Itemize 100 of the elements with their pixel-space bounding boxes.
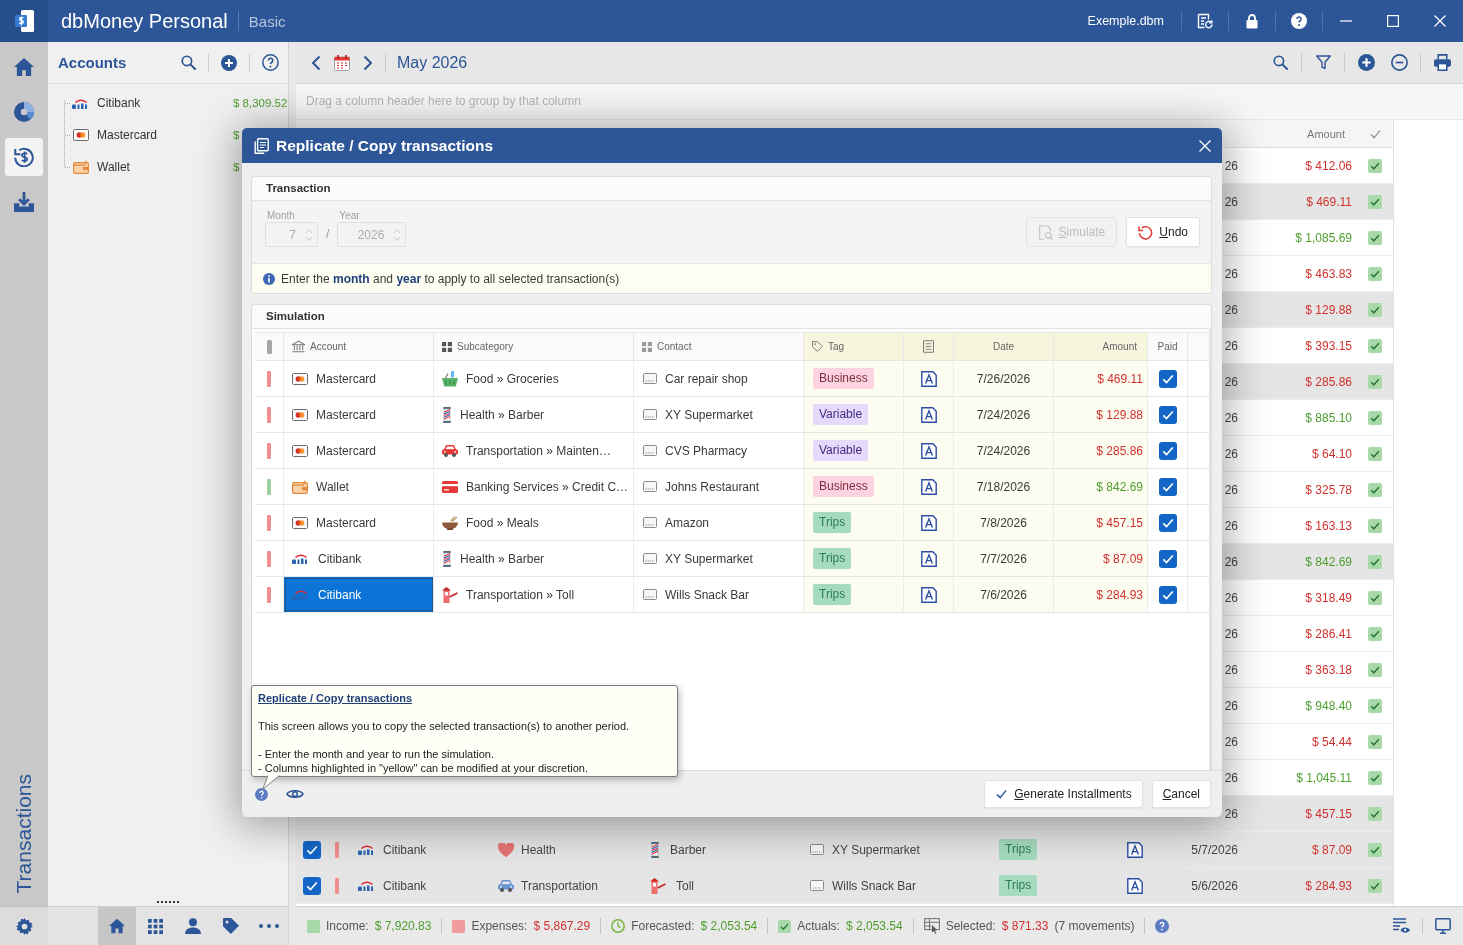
calendar-icon[interactable] (334, 54, 350, 71)
table-cell[interactable]: Wallet (284, 469, 434, 504)
paid-checkbox[interactable] (1368, 374, 1382, 389)
paid-checkbox[interactable] (1158, 369, 1177, 388)
paid-checkbox[interactable] (1368, 410, 1382, 425)
paid-checkbox[interactable] (1368, 482, 1382, 497)
table-cell[interactable]: Mastercard (284, 433, 434, 468)
tag-badge[interactable]: Business (813, 368, 874, 389)
note-icon[interactable] (1127, 841, 1143, 858)
filter-icon[interactable] (1315, 55, 1331, 70)
paid-checkbox[interactable] (1158, 441, 1177, 460)
paid-checkbox[interactable] (1368, 446, 1382, 461)
paid-checkbox[interactable] (1368, 266, 1382, 281)
paid-checkbox[interactable] (1368, 158, 1382, 173)
account-balance: $ (233, 129, 240, 141)
panel-tab[interactable] (98, 907, 136, 945)
add-icon[interactable] (221, 54, 237, 71)
remove-icon[interactable] (1390, 54, 1408, 71)
tag-badge[interactable]: Variable (813, 404, 869, 425)
account-name[interactable]: Citibank (97, 96, 141, 110)
column-header[interactable]: Account (284, 333, 434, 360)
document-sync-icon[interactable] (1196, 13, 1213, 29)
tag-badge[interactable]: Variable (813, 440, 869, 461)
paid-checkbox[interactable] (1368, 734, 1382, 749)
paid-checkbox[interactable] (1368, 770, 1382, 785)
add-icon[interactable] (1357, 54, 1375, 71)
close-icon[interactable] (1199, 139, 1211, 152)
note-icon[interactable] (920, 550, 937, 567)
chevron-right-icon[interactable] (363, 54, 373, 71)
paid-checkbox[interactable] (1158, 585, 1177, 604)
column-header[interactable]: Tag (804, 333, 904, 360)
paid-checkbox[interactable] (1158, 513, 1177, 532)
nav-item[interactable] (5, 138, 43, 176)
paid-checkbox[interactable] (1158, 549, 1177, 568)
note-icon[interactable] (920, 586, 937, 603)
table-row[interactable]: Citibank Transportation Toll Wills Snack Bar Trips 5/6/2026 $ 284.93 (296, 868, 1393, 904)
contact-card-icon (643, 373, 657, 384)
settings-icon[interactable] (15, 917, 33, 935)
note-icon[interactable] (920, 478, 937, 495)
paid-checkbox[interactable] (1368, 338, 1382, 353)
print-icon[interactable] (1433, 54, 1451, 71)
paid-checkbox[interactable] (1368, 662, 1382, 677)
undo-icon (1138, 224, 1154, 240)
list-view-icon[interactable] (1392, 918, 1410, 934)
search-icon[interactable] (180, 55, 196, 70)
barber-pole-icon (650, 841, 660, 858)
maximize-icon[interactable] (1386, 15, 1399, 27)
help-icon[interactable] (1155, 919, 1170, 933)
paid-checkbox[interactable] (1368, 842, 1382, 857)
column-header[interactable] (904, 333, 954, 360)
help-icon[interactable] (255, 787, 268, 801)
eye-icon[interactable] (286, 788, 304, 800)
close-icon[interactable] (1433, 15, 1446, 27)
table-cell[interactable]: Citibank (284, 577, 434, 612)
note-icon[interactable] (920, 514, 937, 531)
account-name[interactable]: Mastercard (97, 128, 158, 142)
generate-button[interactable]: Generate Installments (984, 780, 1143, 808)
paid-checkbox[interactable] (1368, 698, 1382, 713)
tag-badge[interactable]: Business (813, 476, 874, 497)
chevron-left-icon[interactable] (311, 54, 321, 71)
paid-checkbox[interactable] (1368, 590, 1382, 605)
paid-checkbox[interactable] (1158, 405, 1177, 424)
table-cell[interactable]: Mastercard (284, 361, 434, 396)
monitor-icon[interactable] (1435, 918, 1451, 934)
column-header[interactable]: Subcategory (434, 333, 634, 360)
paid-checkbox[interactable] (1368, 194, 1382, 209)
paid-checkbox[interactable] (1368, 518, 1382, 533)
info-text: Enter the month and year to apply to all selected transaction(s) (281, 271, 620, 286)
paid-checkbox[interactable] (1368, 878, 1382, 893)
note-icon[interactable] (1127, 877, 1143, 894)
help-icon[interactable] (261, 54, 279, 71)
table-cell[interactable]: Mastercard (284, 397, 434, 432)
help-link[interactable]: Replicate / Copy transactions (258, 691, 413, 705)
row-checkbox[interactable] (303, 840, 321, 859)
check-icon[interactable] (1369, 128, 1381, 139)
paid-checkbox[interactable] (1368, 302, 1382, 317)
tag-icon (223, 918, 239, 934)
column-header[interactable]: Paid (1148, 333, 1188, 360)
table-cell[interactable]: Citibank (284, 541, 434, 576)
help-icon[interactable] (1290, 13, 1307, 29)
table-row[interactable]: Citibank Health Barber XY Supermarket Trips 5/7/2026 $ 87.09 (296, 832, 1393, 868)
paid-checkbox[interactable] (1158, 477, 1177, 496)
column-header[interactable]: Date (954, 333, 1054, 360)
column-header[interactable]: Amount (1054, 333, 1148, 360)
cancel-button[interactable]: Cancel (1151, 780, 1211, 808)
account-name[interactable]: Wallet (97, 160, 130, 174)
paid-checkbox[interactable] (1368, 554, 1382, 569)
search-icon[interactable] (1272, 55, 1288, 70)
row-checkbox[interactable] (303, 876, 321, 895)
note-icon[interactable] (920, 370, 937, 387)
undo-button[interactable]: Undo (1126, 217, 1200, 247)
paid-checkbox[interactable] (1368, 230, 1382, 245)
paid-checkbox[interactable] (1368, 626, 1382, 641)
table-cell[interactable]: Mastercard (284, 505, 434, 540)
note-icon[interactable] (920, 442, 937, 459)
paid-checkbox[interactable] (1368, 806, 1382, 821)
column-header[interactable]: Amount (1255, 120, 1357, 147)
home-icon (109, 918, 125, 934)
amount-text: $ 1,045.11 (1296, 770, 1352, 785)
note-icon[interactable] (920, 406, 937, 423)
